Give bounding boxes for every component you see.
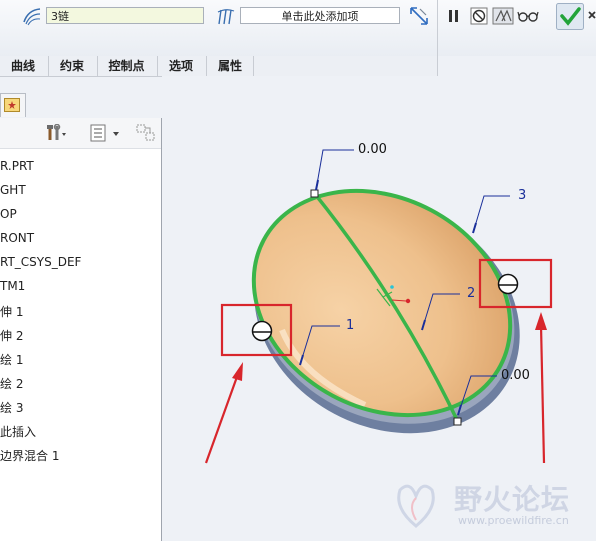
tree-item-extrude-1[interactable]: 伸 1: [0, 303, 23, 320]
watermark-url: www.proewildfire.cn: [458, 514, 569, 527]
pause-icon[interactable]: [446, 7, 462, 25]
curve-chain-icon[interactable]: [22, 6, 42, 26]
curve-endpoint-handle-bottom[interactable]: [453, 417, 462, 426]
boundary-label-1: 1: [346, 318, 355, 333]
dashboard-tab-strip: 曲线 约束 控制点 选项 属性: [0, 56, 437, 77]
tree-settings-icon[interactable]: [90, 124, 120, 142]
cancel-icon[interactable]: [588, 8, 596, 24]
callout-arrow-left: [204, 373, 240, 464]
tab-options[interactable]: 选项: [157, 56, 204, 76]
second-direction-curve-icon[interactable]: [216, 6, 236, 26]
callout-arrow-right: [539, 324, 546, 464]
model-tree-toolbar: [0, 118, 161, 149]
second-direction-collector-field[interactable]: 单击此处添加项: [240, 7, 400, 24]
tab-control-points[interactable]: 控制点: [97, 56, 155, 76]
glasses-preview-icon[interactable]: [517, 8, 539, 24]
watermark-logo: [386, 476, 446, 530]
graphics-viewport[interactable]: 0.00 0.00 1 2 3 野火论坛 www.proewildfire.cn: [162, 76, 596, 541]
tree-item-front-plane[interactable]: RONT: [0, 231, 34, 245]
confirm-check-icon[interactable]: [556, 3, 584, 30]
tree-item-right-plane[interactable]: GHT: [0, 183, 26, 197]
first-direction-chain-field[interactable]: 3链: [46, 7, 204, 24]
no-preview-icon[interactable]: [470, 7, 488, 25]
tree-item-part[interactable]: R.PRT: [0, 159, 34, 173]
toolbar-separator: [437, 0, 438, 76]
star-icon: [4, 98, 20, 112]
leader-3: [472, 195, 510, 234]
multi-direction-curve-icon[interactable]: [408, 5, 430, 27]
tangency-symbol-left[interactable]: [251, 320, 273, 342]
curve-endpoint-handle-top[interactable]: [310, 189, 319, 198]
dimension-value-bottom[interactable]: 0.00: [501, 368, 530, 383]
dimension-leader-top: [315, 149, 354, 191]
tab-curves[interactable]: 曲线: [0, 56, 46, 76]
navigator-tab[interactable]: [0, 93, 26, 117]
tree-item-sketch-3[interactable]: 绘 3: [0, 399, 23, 416]
tangency-symbol-right[interactable]: [497, 273, 519, 295]
model-tree-panel: [0, 118, 162, 541]
tools-icon[interactable]: [46, 123, 68, 142]
watermark-title: 野火论坛: [454, 483, 571, 516]
tree-item-insert-here[interactable]: 此插入: [0, 423, 36, 440]
verify-mode-icon[interactable]: [492, 7, 514, 25]
boundary-label-2: 2: [467, 286, 476, 301]
tree-item-extrude-2[interactable]: 伸 2: [0, 327, 23, 344]
dimension-value-top[interactable]: 0.00: [358, 142, 387, 157]
tree-item-sketch-2[interactable]: 绘 2: [0, 375, 23, 392]
tree-item-csys[interactable]: RT_CSYS_DEF: [0, 255, 81, 269]
boundary-label-3: 3: [518, 188, 527, 203]
show-filter-icon[interactable]: [136, 124, 156, 142]
tree-item-axis[interactable]: TM1: [0, 279, 25, 293]
tree-item-boundary-blend[interactable]: 边界混合 1: [0, 447, 59, 464]
tab-constraints[interactable]: 约束: [48, 56, 95, 76]
tab-properties[interactable]: 属性: [206, 56, 254, 76]
tree-item-sketch-1[interactable]: 绘 1: [0, 351, 23, 368]
dashboard-toolbar: 3链 单击此处添加项: [0, 0, 596, 76]
tree-item-top-plane[interactable]: OP: [0, 207, 17, 221]
